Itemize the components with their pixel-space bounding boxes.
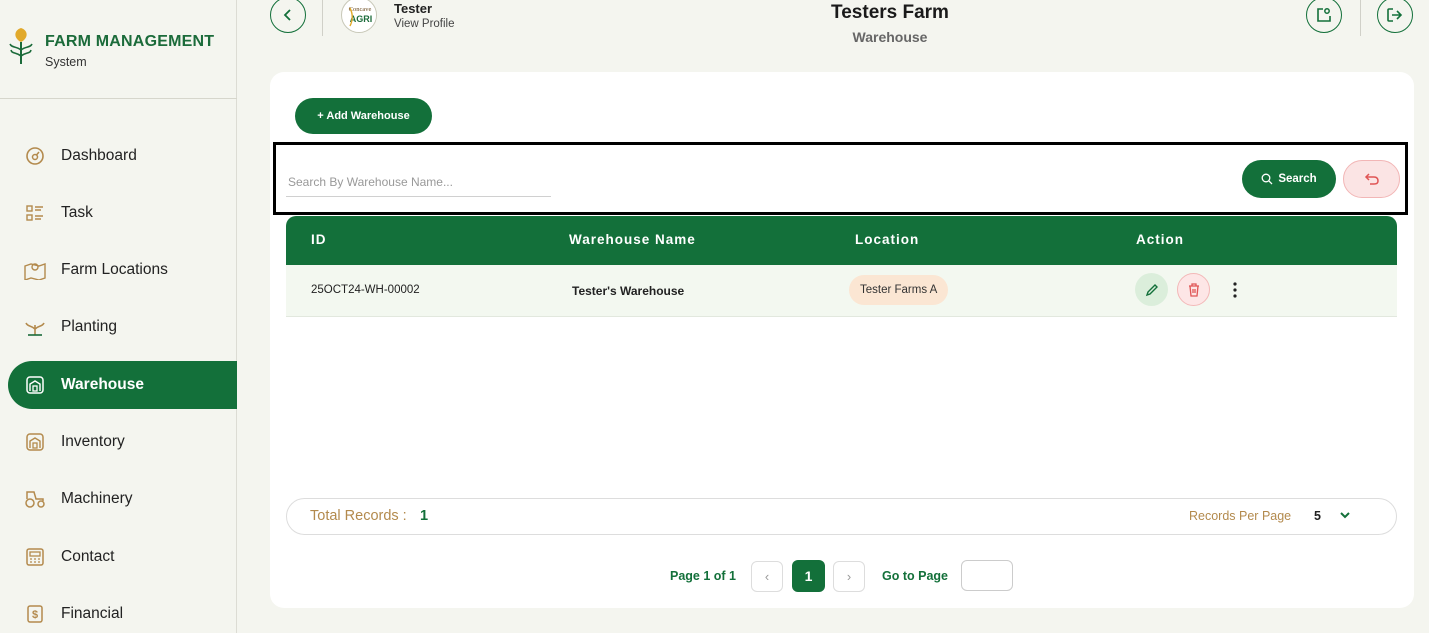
search-bar: Search bbox=[273, 142, 1408, 215]
search-button[interactable]: Search bbox=[1242, 160, 1336, 198]
farm-title: Testers Farm bbox=[831, 2, 949, 23]
wheat-logo-icon bbox=[9, 28, 33, 64]
search-button-label: Search bbox=[1278, 173, 1317, 185]
edit-button[interactable] bbox=[1135, 273, 1168, 306]
go-to-page-input[interactable] bbox=[961, 560, 1013, 591]
page-info: Page 1 of 1 bbox=[670, 569, 736, 583]
warehouse-table: ID Warehouse Name Location Action 25OCT2… bbox=[286, 216, 1397, 317]
sidebar-item-farm-locations[interactable]: Farm Locations bbox=[8, 246, 237, 294]
sidebar-item-label: Machinery bbox=[61, 490, 133, 507]
records-per-page-label: Records Per Page bbox=[1189, 509, 1292, 523]
undo-icon bbox=[1364, 173, 1379, 185]
chevron-down-icon[interactable] bbox=[1339, 510, 1351, 520]
svg-text:AGRI: AGRI bbox=[350, 14, 373, 24]
avatar[interactable]: Concave AGRI bbox=[341, 0, 377, 33]
row-id: 25OCT24-WH-00002 bbox=[311, 284, 420, 296]
tractor-icon bbox=[24, 488, 46, 510]
prev-page-button[interactable]: ‹ bbox=[751, 561, 783, 592]
table-row: 25OCT24-WH-00002 Tester's Warehouse Test… bbox=[286, 265, 1397, 317]
switch-farm-button[interactable] bbox=[1306, 0, 1342, 33]
user-name: Tester bbox=[394, 1, 433, 16]
sidebar-item-machinery[interactable]: Machinery bbox=[8, 475, 237, 523]
current-page-button[interactable]: 1 bbox=[792, 560, 825, 592]
sidebar-item-label: Planting bbox=[61, 318, 118, 335]
contact-icon bbox=[24, 546, 46, 568]
next-page-button[interactable]: › bbox=[833, 561, 865, 592]
sidebar: FARM MANAGEMENT System Dashboard Task Fa… bbox=[0, 0, 237, 633]
add-warehouse-button[interactable]: + Add Warehouse bbox=[295, 98, 432, 134]
search-icon bbox=[1261, 173, 1273, 185]
sidebar-item-task[interactable]: Task bbox=[8, 189, 237, 237]
brand-title: FARM MANAGEMENT bbox=[45, 33, 215, 50]
sidebar-item-label: Farm Locations bbox=[61, 261, 168, 278]
plant-icon bbox=[24, 316, 46, 338]
column-header-location: Location bbox=[855, 232, 920, 247]
go-to-page-label: Go to Page bbox=[882, 569, 948, 583]
task-icon bbox=[24, 202, 46, 224]
warehouse-icon bbox=[24, 374, 46, 396]
column-header-name: Warehouse Name bbox=[569, 232, 696, 247]
sidebar-item-label: Inventory bbox=[61, 433, 125, 450]
sidebar-item-inventory[interactable]: Inventory bbox=[8, 418, 237, 466]
inventory-icon bbox=[24, 431, 46, 453]
header-divider bbox=[1360, 0, 1361, 36]
table-header: ID Warehouse Name Location Action bbox=[286, 216, 1397, 265]
trash-icon bbox=[1188, 282, 1199, 297]
sidebar-item-warehouse[interactable]: Warehouse bbox=[8, 361, 237, 409]
location-badge: Tester Farms A bbox=[849, 275, 949, 305]
logout-button[interactable] bbox=[1377, 0, 1413, 33]
map-icon bbox=[24, 259, 46, 281]
sidebar-item-label: Financial bbox=[61, 605, 124, 622]
main-card: + Add Warehouse Search ID Warehouse Name… bbox=[270, 72, 1414, 608]
search-input[interactable] bbox=[286, 167, 551, 197]
brand: FARM MANAGEMENT System bbox=[0, 0, 237, 99]
sidebar-item-label: Dashboard bbox=[61, 147, 137, 164]
sidebar-item-contact[interactable]: Contact bbox=[8, 533, 237, 581]
view-profile-link[interactable]: View Profile bbox=[394, 18, 455, 30]
svg-text:$: $ bbox=[32, 609, 38, 621]
delete-button[interactable] bbox=[1177, 273, 1210, 306]
row-warehouse-name: Tester's Warehouse bbox=[572, 284, 685, 298]
page-subtitle: Warehouse bbox=[852, 29, 928, 45]
dollar-icon: $ bbox=[24, 603, 46, 625]
total-records-label: Total Records : bbox=[310, 508, 407, 524]
sidebar-item-label: Task bbox=[61, 204, 93, 221]
records-per-page-select[interactable]: 5 bbox=[1314, 509, 1321, 523]
column-header-action: Action bbox=[1136, 232, 1184, 247]
reset-button[interactable] bbox=[1343, 160, 1400, 198]
pencil-icon bbox=[1145, 283, 1158, 296]
concave-agri-logo-icon: Concave AGRI bbox=[343, 0, 376, 32]
logout-icon bbox=[1387, 8, 1403, 22]
sidebar-item-label: Warehouse bbox=[61, 376, 144, 393]
chevron-left-icon bbox=[283, 9, 291, 21]
sidebar-item-label: Contact bbox=[61, 548, 115, 565]
switch-icon bbox=[1317, 8, 1331, 22]
back-button[interactable] bbox=[270, 0, 306, 33]
column-header-id: ID bbox=[311, 232, 327, 247]
more-options-button[interactable] bbox=[1225, 275, 1245, 305]
sidebar-item-financial[interactable]: $ Financial bbox=[8, 590, 237, 633]
sidebar-item-planting[interactable]: Planting bbox=[8, 303, 237, 351]
records-bar: Total Records : 1 Records Per Page 5 bbox=[286, 498, 1397, 535]
brand-subtitle: System bbox=[45, 55, 87, 69]
kebab-menu-icon bbox=[1233, 282, 1237, 298]
sidebar-item-dashboard[interactable]: Dashboard bbox=[8, 132, 237, 180]
dashboard-icon bbox=[24, 145, 46, 167]
header-divider bbox=[322, 0, 323, 36]
total-records-value: 1 bbox=[420, 508, 429, 524]
